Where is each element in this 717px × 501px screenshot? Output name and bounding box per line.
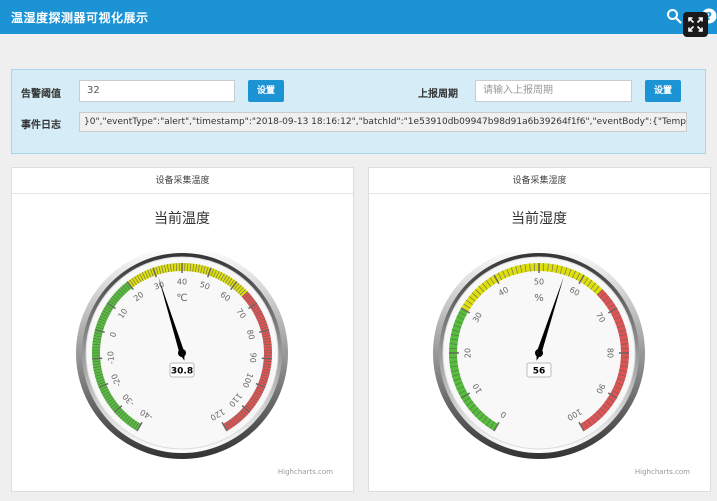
temperature-gauge-tick-label: -10 bbox=[106, 351, 116, 365]
config-panel: 告警阈值 32 设置 上报周期 请输入上报周期 设置 事件日志 }0","eve… bbox=[11, 69, 706, 154]
threshold-set-button[interactable]: 设置 bbox=[248, 80, 284, 102]
temperature-highcharts-credit: Highcharts.com bbox=[278, 468, 333, 476]
fullscreen-toggle-icon bbox=[688, 17, 703, 32]
fullscreen-toggle-button[interactable] bbox=[683, 12, 708, 37]
temperature-gauge-unit: ℃ bbox=[176, 293, 187, 304]
temperature-gauge-pivot bbox=[178, 349, 186, 357]
period-label: 上报周期 bbox=[418, 89, 458, 100]
event-log-field[interactable]: }0","eventType":"alert","timestamp":"201… bbox=[79, 112, 687, 132]
threshold-input[interactable]: 32 bbox=[79, 80, 235, 102]
temperature-card-header: 设备采集温度 bbox=[12, 168, 353, 194]
temperature-gauge-major-tick bbox=[261, 357, 272, 360]
humidity-gauge-tick-label: 50 bbox=[534, 278, 544, 287]
humidity-gauge-tick-label: 20 bbox=[464, 348, 473, 358]
temperature-card: 设备采集温度 当前温度 -40 -30 -20 -10 0 10 20 30 40 50 60 70 80… bbox=[11, 167, 354, 492]
temperature-gauge-major-tick bbox=[92, 357, 103, 360]
search-icon[interactable] bbox=[666, 8, 682, 24]
humidity-gauge-tick-label: 80 bbox=[606, 348, 615, 358]
humidity-gauge-title: 当前湿度 bbox=[511, 210, 567, 227]
app-title: 温湿度探测器可视化展示 bbox=[11, 11, 149, 25]
humidity-gauge-value-label: 56 bbox=[533, 367, 546, 377]
event-log-label: 事件日志 bbox=[21, 120, 61, 131]
humidity-gauge-pivot bbox=[535, 349, 543, 357]
humidity-highcharts-credit: Highcharts.com bbox=[635, 468, 690, 476]
top-bar: 温湿度探测器可视化展示 ? bbox=[0, 0, 717, 34]
temperature-gauge-tick-label: 90 bbox=[248, 352, 258, 363]
temperature-gauge-tick-label: 40 bbox=[177, 278, 187, 287]
threshold-label: 告警阈值 bbox=[21, 89, 61, 100]
temperature-gauge-value-label: 30.8 bbox=[171, 367, 193, 377]
humidity-card: 设备采集湿度 当前湿度 0 10 20 30 40 50 60 70 80 90 100% 56 High… bbox=[368, 167, 711, 492]
humidity-gauge-unit: % bbox=[534, 293, 544, 304]
humidity-card-header: 设备采集湿度 bbox=[369, 168, 710, 194]
temperature-gauge: 当前温度-40-30-20-100102030 40 506070809010011… bbox=[76, 210, 333, 476]
humidity-gauge: 当前湿度0102030405060708090100%56Highcharts.… bbox=[433, 210, 690, 476]
temperature-gauge-title: 当前温度 bbox=[154, 210, 210, 227]
period-input[interactable]: 请输入上报周期 bbox=[475, 80, 632, 102]
period-set-button[interactable]: 设置 bbox=[645, 80, 681, 102]
